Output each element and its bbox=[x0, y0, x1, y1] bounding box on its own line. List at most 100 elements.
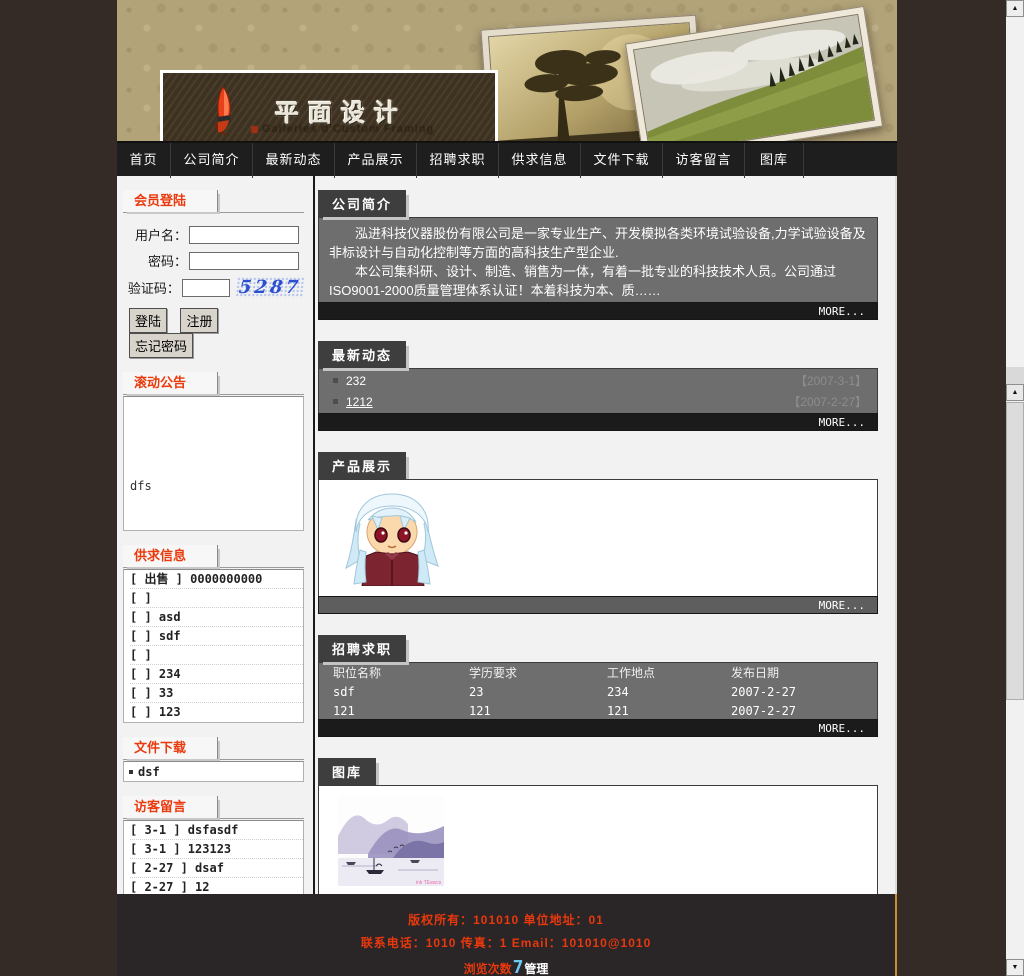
download-list: dsf bbox=[123, 761, 304, 782]
supply-item[interactable]: [ ] bbox=[130, 646, 303, 665]
supply-item[interactable]: [ ] 123 bbox=[130, 703, 303, 722]
banner: 平面设计 Galleries d'Custom Framing bbox=[117, 0, 897, 141]
download-section-header: 文件下载 bbox=[123, 737, 304, 760]
views-count: 7 bbox=[512, 957, 525, 976]
nav-item-news[interactable]: 最新动态 bbox=[253, 143, 335, 178]
supply-item[interactable]: [ ] sdf bbox=[130, 627, 303, 646]
nav-item-supply[interactable]: 供求信息 bbox=[499, 143, 581, 178]
scrollbar[interactable]: ▲ ▲ ▼ bbox=[1006, 0, 1024, 976]
bullet-square-icon bbox=[333, 378, 338, 383]
supply-item[interactable]: [ ] asd bbox=[130, 608, 303, 627]
captcha-field[interactable] bbox=[182, 279, 230, 297]
supply-item[interactable]: [ ] 234 bbox=[130, 665, 303, 684]
announcement-section-header: 滚动公告 bbox=[123, 372, 304, 395]
news-item-date: 【2007-2-27】 bbox=[788, 392, 867, 413]
login-panel: 用户名： 密码： 验证码： 5287 登陆 注册 bbox=[123, 214, 304, 358]
download-section-title: 文件下载 bbox=[123, 737, 218, 759]
password-label: 密码： bbox=[123, 251, 187, 270]
nav-item-gallery[interactable]: 图库 bbox=[745, 143, 804, 178]
nav-item-home[interactable]: 首页 bbox=[117, 143, 171, 178]
sidebar: 会员登陆 用户名： 密码： 验证码： 5287 bbox=[117, 176, 313, 894]
news-section-tab: 最新动态 bbox=[318, 341, 406, 368]
scroll-down-icon[interactable]: ▼ bbox=[1006, 959, 1024, 976]
login-section-header: 会员登陆 bbox=[123, 190, 304, 213]
supply-item[interactable]: [ 出售 ] 0000000000 bbox=[130, 570, 303, 589]
scroll-up-icon[interactable]: ▲ bbox=[1006, 384, 1024, 401]
guestbook-item[interactable]: [ 2-27 ] dsaf bbox=[130, 859, 303, 878]
jobs-section-tab: 招聘求职 bbox=[318, 635, 406, 662]
jobs-section: 招聘求职 职位名称 学历要求 工作地点 发布日期 sdf 23 bbox=[318, 635, 878, 737]
username-field[interactable] bbox=[189, 226, 299, 244]
register-button[interactable]: 注册 bbox=[180, 308, 218, 333]
login-button[interactable]: 登陆 bbox=[129, 308, 167, 333]
captcha-image[interactable]: 5287 bbox=[235, 277, 305, 298]
username-label: 用户名： bbox=[123, 225, 187, 244]
scrollbar-thumb[interactable] bbox=[1006, 402, 1024, 700]
nav-item-downloads[interactable]: 文件下载 bbox=[581, 143, 663, 178]
news-item[interactable]: 232 【2007-3-1】 bbox=[319, 371, 877, 392]
guestbook-section-title: 访客留言 bbox=[123, 796, 218, 818]
products-section-tab: 产品展示 bbox=[318, 452, 406, 479]
about-section: 公司简介 泓进科技仪器股份有限公司是一家专业生产、开发模拟各类环境试验设备,力学… bbox=[318, 190, 878, 320]
nav-item-guestbook[interactable]: 访客留言 bbox=[663, 143, 745, 178]
paintbrush-icon bbox=[205, 85, 239, 137]
supply-list: [ 出售 ] 0000000000 [ ] [ ] asd [ ] sdf [ … bbox=[123, 569, 304, 723]
jobs-row[interactable]: 121 121 121 2007-2-27 bbox=[319, 701, 877, 720]
supply-item[interactable]: [ ] bbox=[130, 589, 303, 608]
product-thumbnail-image[interactable] bbox=[338, 490, 446, 586]
news-item[interactable]: 1212 【2007-2-27】 bbox=[319, 392, 877, 413]
announcement-box: dfs bbox=[123, 396, 304, 531]
jobs-more-link[interactable]: MORE... bbox=[318, 719, 878, 737]
about-more-link[interactable]: MORE... bbox=[318, 302, 878, 320]
news-more-link[interactable]: MORE... bbox=[318, 413, 878, 431]
footer-views-line: 浏览次数7管理 bbox=[117, 957, 895, 976]
jobs-col-location: 工作地点 bbox=[607, 663, 731, 682]
about-paragraph: 泓进科技仪器股份有限公司是一家专业生产、开发模拟各类环境试验设备,力学试验设备及… bbox=[329, 224, 867, 262]
password-field[interactable] bbox=[189, 252, 299, 270]
content-area: 会员登陆 用户名： 密码： 验证码： 5287 bbox=[117, 176, 897, 894]
nav-item-about[interactable]: 公司简介 bbox=[171, 143, 253, 178]
about-section-tab: 公司简介 bbox=[318, 190, 406, 217]
supply-item[interactable]: [ ] 33 bbox=[130, 684, 303, 703]
announcement-text: dfs bbox=[130, 479, 152, 493]
products-section: 产品展示 bbox=[318, 452, 878, 614]
guestbook-item[interactable]: [ 3-1 ] 123123 bbox=[130, 840, 303, 859]
bullet-square-icon bbox=[129, 770, 133, 774]
jobs-table: 职位名称 学历要求 工作地点 发布日期 sdf 23 234 2007-2-27 bbox=[319, 663, 877, 720]
news-item-date: 【2007-3-1】 bbox=[795, 371, 867, 392]
nav-item-jobs[interactable]: 招聘求职 bbox=[417, 143, 499, 178]
site-subtitle: Galleries d'Custom Framing bbox=[251, 123, 434, 135]
download-item[interactable]: dsf bbox=[138, 765, 160, 779]
scroll-up-icon[interactable]: ▲ bbox=[1006, 0, 1024, 17]
bullet-square-icon bbox=[333, 399, 338, 404]
logo-dot-icon bbox=[251, 126, 258, 133]
jobs-header-row: 职位名称 学历要求 工作地点 发布日期 bbox=[319, 663, 877, 682]
main-nav: 首页 公司简介 最新动态 产品展示 招聘求职 供求信息 文件下载 访客留言 图库 bbox=[117, 141, 897, 176]
nav-item-products[interactable]: 产品展示 bbox=[335, 143, 417, 178]
main-column: 公司简介 泓进科技仪器股份有限公司是一家专业生产、开发模拟各类环境试验设备,力学… bbox=[313, 176, 895, 894]
jobs-row[interactable]: sdf 23 234 2007-2-27 bbox=[319, 682, 877, 701]
gallery-section: 图库 bbox=[318, 758, 878, 894]
login-section-title: 会员登陆 bbox=[123, 190, 218, 212]
supply-section-header: 供求信息 bbox=[123, 545, 304, 568]
gallery-thumbnail-image[interactable]: ink TEswcs bbox=[338, 796, 444, 886]
site-logo-box: 平面设计 Galleries d'Custom Framing bbox=[160, 70, 498, 141]
admin-link[interactable]: 管理 bbox=[524, 962, 548, 976]
guestbook-item[interactable]: [ 3-1 ] dsfasdf bbox=[130, 821, 303, 840]
footer: 版权所有：101010 单位地址：01 联系电话：1010 传真：1 Email… bbox=[117, 894, 897, 976]
jobs-col-education: 学历要求 bbox=[469, 663, 607, 682]
gallery-section-tab: 图库 bbox=[318, 758, 376, 785]
supply-section-title: 供求信息 bbox=[123, 545, 218, 567]
site-column: 平面设计 Galleries d'Custom Framing 首页 公司简介 … bbox=[117, 0, 897, 976]
footer-contact-line: 联系电话：1010 传真：1 Email：101010@1010 bbox=[117, 934, 895, 951]
views-label: 浏览次数 bbox=[464, 962, 512, 976]
jobs-col-position: 职位名称 bbox=[319, 663, 469, 682]
page-root: 平面设计 Galleries d'Custom Framing 首页 公司简介 … bbox=[0, 0, 1024, 976]
products-box bbox=[318, 479, 878, 596]
guestbook-section-header: 访客留言 bbox=[123, 796, 304, 819]
forgot-password-button[interactable]: 忘记密码 bbox=[129, 333, 193, 358]
captcha-label: 验证码： bbox=[123, 278, 180, 297]
guestbook-item[interactable]: [ 2-27 ] 12 bbox=[130, 878, 303, 894]
products-more-link[interactable]: MORE... bbox=[318, 596, 878, 614]
jobs-col-date: 发布日期 bbox=[731, 663, 877, 682]
